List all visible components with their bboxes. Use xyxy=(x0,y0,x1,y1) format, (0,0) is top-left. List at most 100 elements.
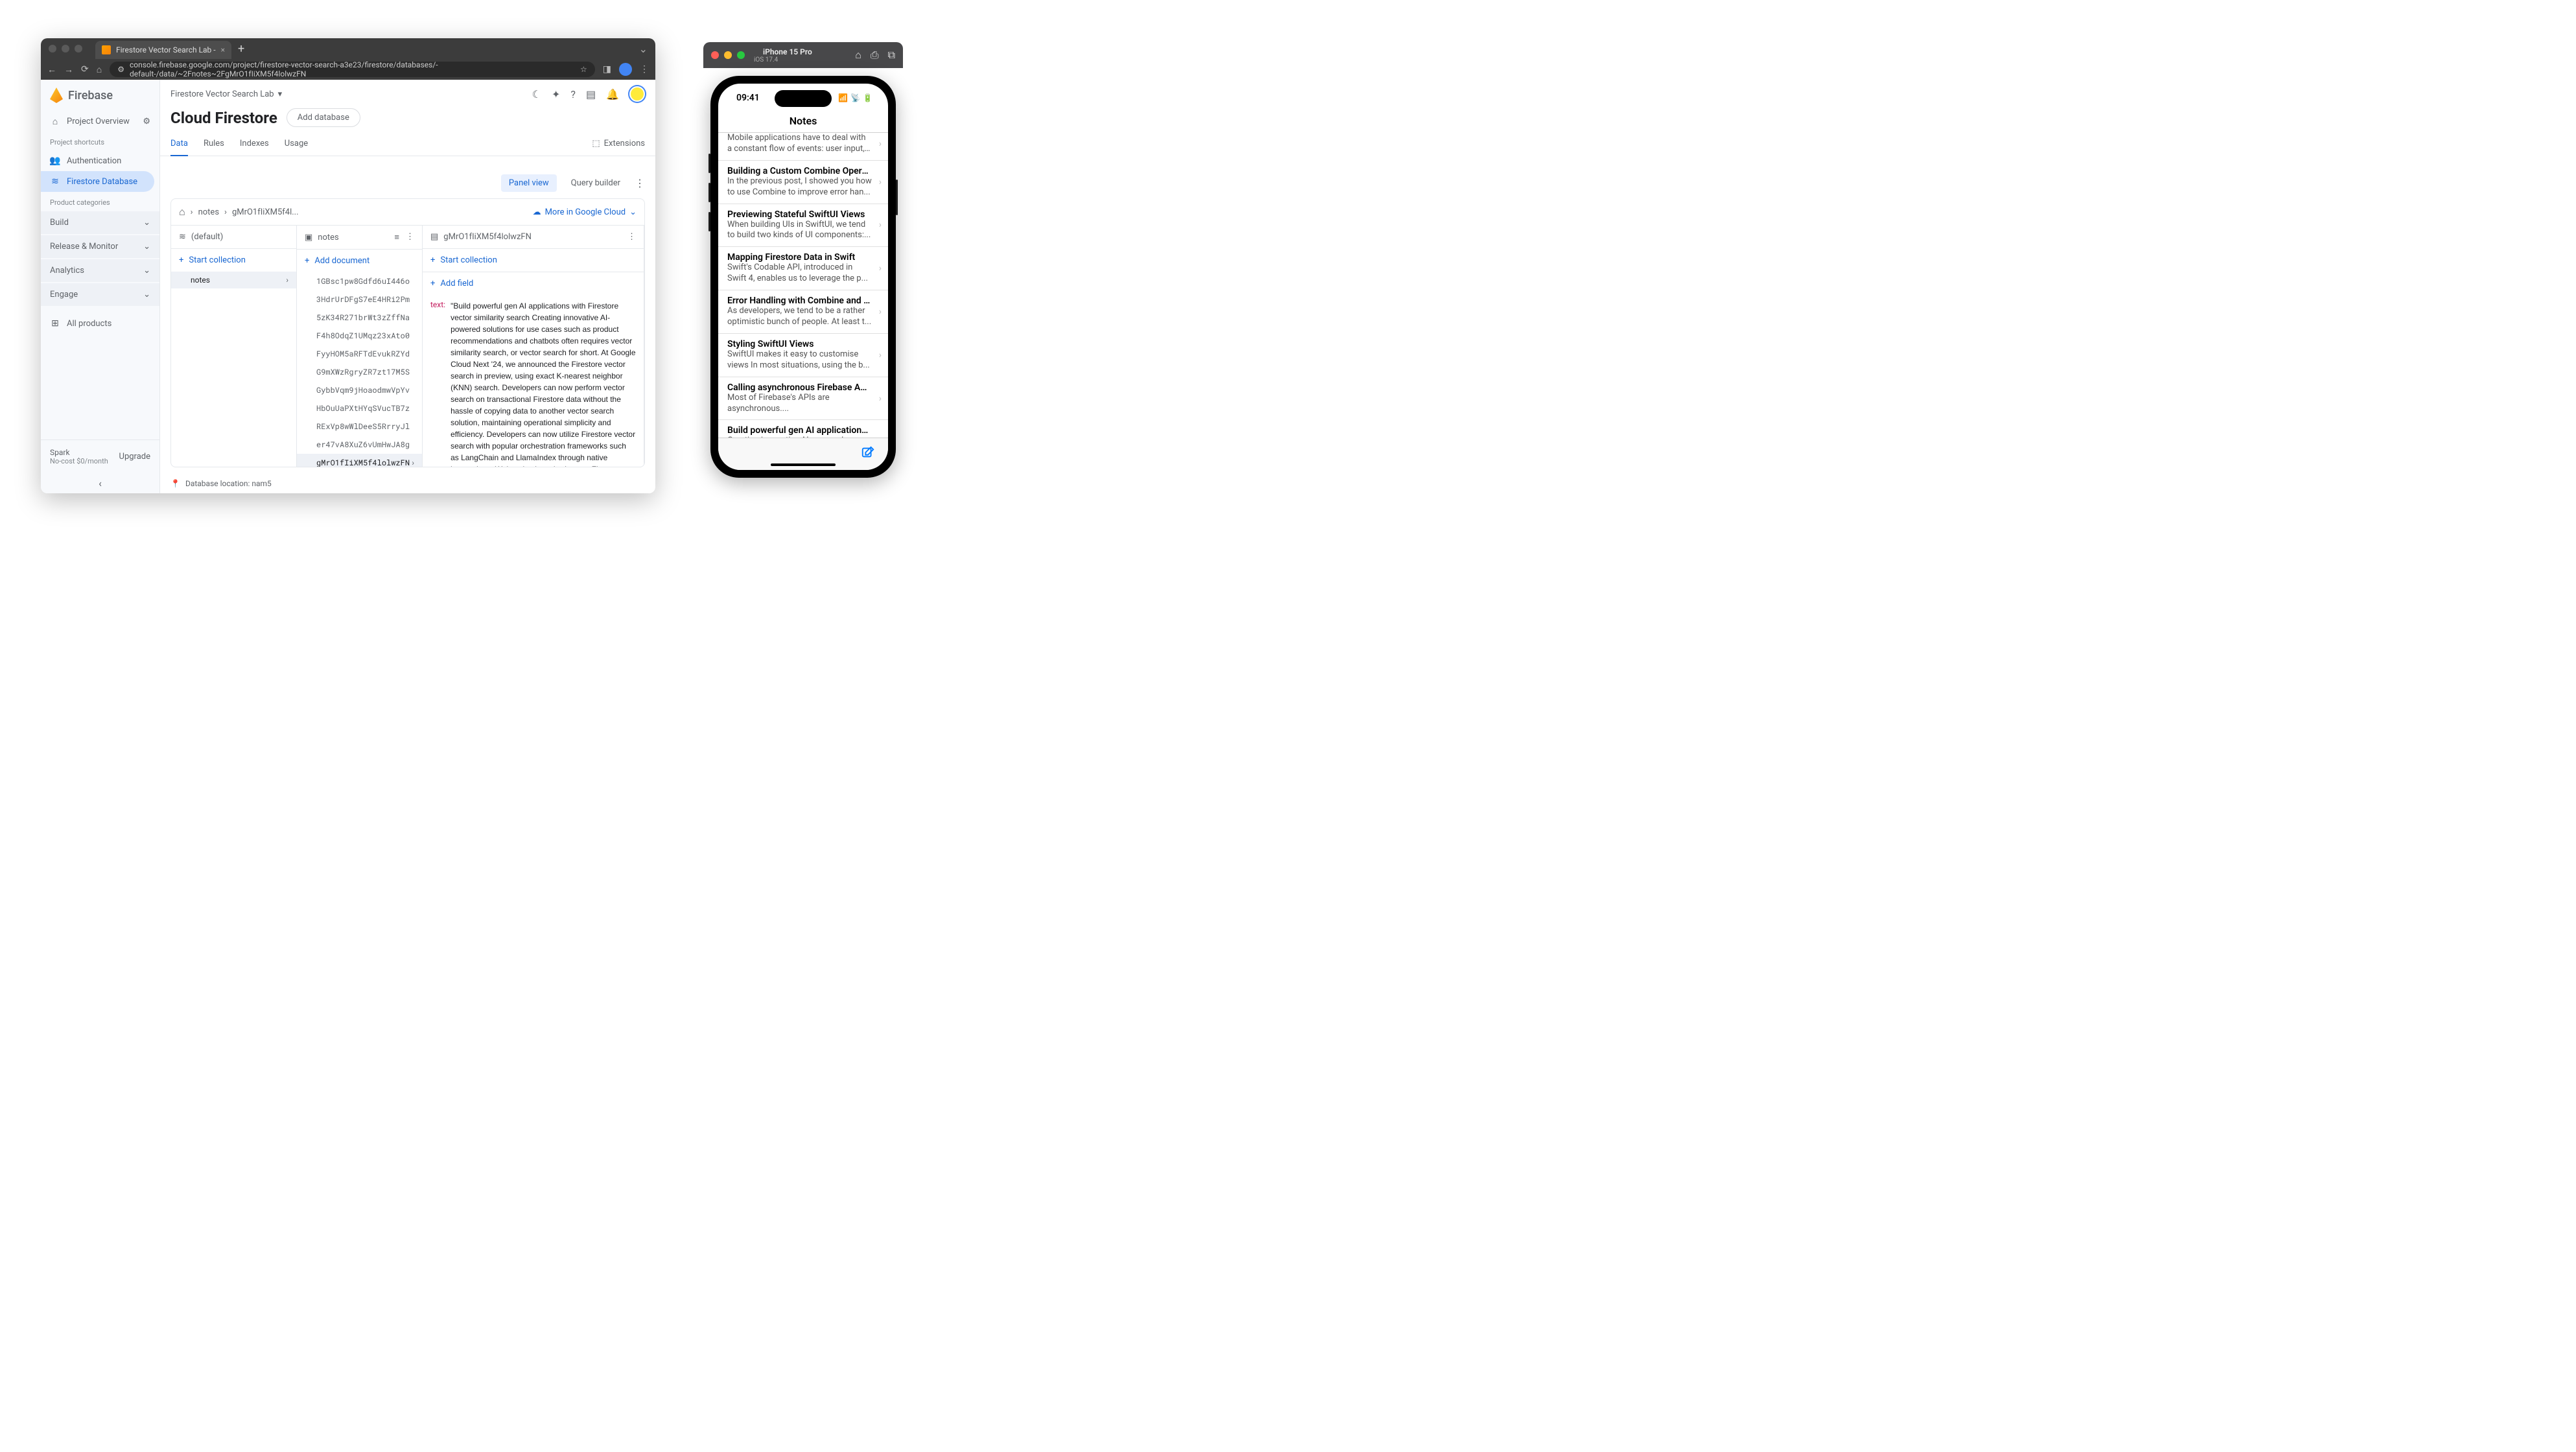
note-item[interactable]: Previewing Stateful SwiftUI ViewsWhen bu… xyxy=(718,204,888,248)
extensions-icon[interactable]: ◨ xyxy=(603,64,611,75)
help-icon[interactable]: ? xyxy=(570,88,576,100)
site-settings-icon[interactable]: ⚙ xyxy=(117,65,124,74)
sidebar-project-overview[interactable]: ⌂ Project Overview ⚙ xyxy=(41,111,159,132)
collection-item[interactable]: notes› xyxy=(171,272,296,288)
breadcrumb-document[interactable]: gMrO1fIiXM5f4l... xyxy=(232,207,299,217)
project-selector[interactable]: Firestore Vector Search Lab ▾ xyxy=(170,89,282,99)
firebase-logo[interactable]: Firebase xyxy=(41,80,159,111)
more-in-google-cloud-link[interactable]: ☁ More in Google Cloud ⌄ xyxy=(533,207,637,217)
home-button-icon[interactable]: ⌂ xyxy=(855,49,861,62)
url-bar[interactable]: ⚙ console.firebase.google.com/project/fi… xyxy=(110,62,595,77)
document-item[interactable]: FyyHOM5aRFTdEvukRZYd xyxy=(297,345,422,363)
upgrade-button[interactable]: Upgrade xyxy=(119,452,150,462)
sidebar-all-products[interactable]: ⊞ All products xyxy=(41,313,159,334)
document-item[interactable]: er47vA8XuZ6vUmHwJA8g xyxy=(297,436,422,454)
profile-avatar-icon[interactable] xyxy=(619,63,632,76)
panel-view-button[interactable]: Panel view xyxy=(501,174,557,192)
chevron-right-icon: › xyxy=(872,263,888,274)
reload-button[interactable]: ⟳ xyxy=(81,64,89,75)
note-item[interactable]: Build powerful gen AI applications...Cre… xyxy=(718,420,888,438)
add-document-button[interactable]: +Add document xyxy=(297,250,422,272)
user-avatar-icon[interactable] xyxy=(629,86,645,102)
home-indicator[interactable] xyxy=(771,463,836,466)
minimize-window-icon[interactable] xyxy=(724,51,732,59)
field-value: "Build powerful gen AI applications with… xyxy=(451,300,636,467)
document-item[interactable]: 1GBsc1pw8Gdfd6uI446o xyxy=(297,272,422,290)
document-item[interactable]: RExVp8wWlDeeS5RrryJl xyxy=(297,417,422,436)
add-database-button[interactable]: Add database xyxy=(287,108,360,127)
theme-toggle-icon[interactable]: ☾ xyxy=(532,88,541,100)
forward-button[interactable]: → xyxy=(64,64,73,75)
sidebar-firestore-database[interactable]: ≋ Firestore Database xyxy=(41,171,154,192)
close-tab-icon[interactable]: × xyxy=(221,45,225,54)
start-collection-button[interactable]: +Start collection xyxy=(171,249,296,272)
breadcrumb-collection[interactable]: notes xyxy=(198,207,219,217)
chevron-right-icon: › xyxy=(872,177,888,187)
browser-tab[interactable]: Firestore Vector Search Lab - × xyxy=(95,41,231,59)
note-item[interactable]: Calling asynchronous Firebase API...Most… xyxy=(718,377,888,421)
document-item[interactable]: 3HdrUrDFgS7eE4HRi2Pm xyxy=(297,290,422,309)
sidebar-release-monitor[interactable]: Release & Monitor⌄ xyxy=(41,235,159,258)
screenshot-icon[interactable]: ⎙ xyxy=(871,49,879,62)
notifications-icon[interactable]: 🔔 xyxy=(606,88,619,100)
phone-screen: 09:41 📶 📡 🔋 Notes Mobile applications ha… xyxy=(718,84,888,470)
close-window-icon[interactable] xyxy=(49,45,56,53)
more-menu-icon[interactable]: ⋮ xyxy=(627,232,636,242)
more-menu-icon[interactable]: ⋮ xyxy=(635,177,645,189)
maximize-window-icon[interactable] xyxy=(737,51,745,59)
docs-icon[interactable]: ▤ xyxy=(586,88,596,100)
add-field-button[interactable]: +Add field xyxy=(423,272,644,295)
document-item[interactable]: HbOuUaPXtHYqSVucTB7z xyxy=(297,399,422,417)
query-builder-button[interactable]: Query builder xyxy=(563,174,628,192)
note-item[interactable]: Styling SwiftUI ViewsSwiftUI makes it ea… xyxy=(718,334,888,377)
note-item[interactable]: Mobile applications have to deal with a … xyxy=(718,133,888,161)
document-item[interactable]: 5zK34R271brWt3zZffNa xyxy=(297,309,422,327)
note-item[interactable]: Building a Custom Combine Operat...In th… xyxy=(718,161,888,204)
gear-icon[interactable]: ⚙ xyxy=(143,117,150,126)
document-item[interactable]: gMrO1fIiXM5f4lolwzFN› xyxy=(297,454,422,467)
panel-header: ▣ notes ≡ ⋮ xyxy=(297,226,422,250)
sidebar-authentication[interactable]: 👥 Authentication xyxy=(41,150,159,171)
compose-button[interactable] xyxy=(861,445,875,463)
tab-usage[interactable]: Usage xyxy=(285,132,308,156)
firebase-flame-icon xyxy=(50,88,63,103)
maximize-window-icon[interactable] xyxy=(75,45,82,53)
section-categories: Product categories xyxy=(41,192,159,211)
chevron-right-icon: › xyxy=(872,393,888,404)
tab-data[interactable]: Data xyxy=(170,132,188,156)
new-tab-button[interactable]: + xyxy=(238,42,244,56)
sidebar-analytics[interactable]: Analytics⌄ xyxy=(41,259,159,282)
sidebar-build[interactable]: Build⌄ xyxy=(41,211,159,234)
chevron-down-icon[interactable]: ⌄ xyxy=(639,43,648,55)
rotate-icon[interactable]: ⧉ xyxy=(888,49,895,62)
home-icon[interactable]: ⌂ xyxy=(179,205,185,218)
home-button[interactable]: ⌂ xyxy=(97,64,102,75)
document-item[interactable]: F4h8OdqZ1UMqz23xAto0 xyxy=(297,327,422,345)
minimize-window-icon[interactable] xyxy=(62,45,69,53)
menu-icon[interactable]: ⋮ xyxy=(640,64,649,75)
firebase-favicon-icon xyxy=(102,45,111,54)
note-title: Previewing Stateful SwiftUI Views xyxy=(727,209,872,220)
sparkle-icon[interactable]: ✦ xyxy=(552,88,560,100)
notes-list[interactable]: Mobile applications have to deal with a … xyxy=(718,133,888,438)
start-collection-button[interactable]: +Start collection xyxy=(423,249,644,272)
filter-icon[interactable]: ≡ xyxy=(394,232,399,242)
back-button[interactable]: ← xyxy=(47,64,56,75)
tab-extensions[interactable]: ⬚Extensions xyxy=(592,132,645,156)
tab-indexes[interactable]: Indexes xyxy=(240,132,269,156)
sidebar-engage[interactable]: Engage⌄ xyxy=(41,283,159,306)
plan-name: Spark xyxy=(50,448,108,457)
tab-rules[interactable]: Rules xyxy=(204,132,224,156)
collapse-sidebar-button[interactable]: ‹ xyxy=(41,473,159,493)
document-item[interactable]: GybbVqm9jHoaodmwVpYv xyxy=(297,381,422,399)
dynamic-island xyxy=(775,90,832,107)
more-menu-icon[interactable]: ⋮ xyxy=(406,232,414,242)
document-item[interactable]: G9mXWzRgryZR7zt17M5S xyxy=(297,363,422,381)
document-field[interactable]: text: "Build powerful gen AI application… xyxy=(423,295,644,467)
note-item[interactable]: Mapping Firestore Data in SwiftSwift's C… xyxy=(718,247,888,290)
close-window-icon[interactable] xyxy=(711,51,719,59)
panel-title: (default) xyxy=(191,232,223,242)
wifi-icon: 📡 xyxy=(850,93,860,102)
note-item[interactable]: Error Handling with Combine and S...As d… xyxy=(718,290,888,334)
bookmark-star-icon[interactable]: ☆ xyxy=(580,65,587,74)
